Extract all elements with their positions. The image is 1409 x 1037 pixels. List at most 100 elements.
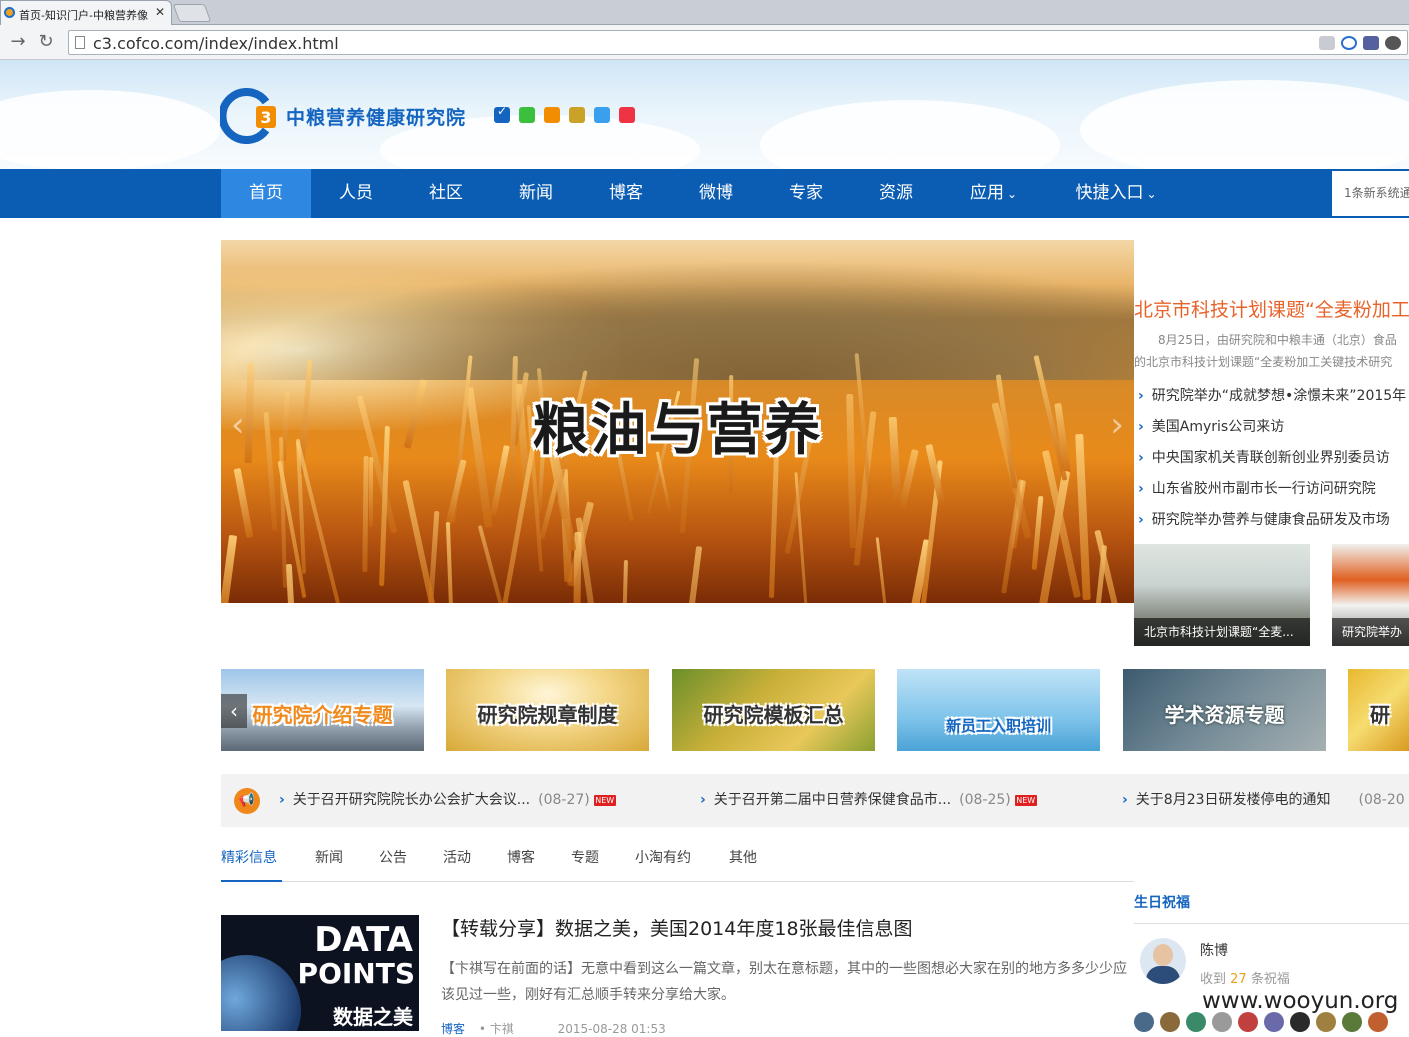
nav-item-news[interactable]: 新闻 bbox=[491, 169, 581, 218]
close-tab-icon[interactable]: ✕ bbox=[155, 5, 165, 19]
avatar[interactable] bbox=[1368, 1012, 1388, 1032]
tab-highlights[interactable]: 精彩信息 bbox=[221, 838, 282, 882]
avatar[interactable] bbox=[1290, 1012, 1310, 1032]
news-summary-line: 的北京市科技计划课题“全麦粉加工关键技术研究 bbox=[1134, 355, 1393, 369]
new-badge: NEW bbox=[593, 794, 616, 806]
reload-icon[interactable]: ↻ bbox=[36, 32, 56, 52]
news-list-item[interactable]: 山东省胶州市副市长一行访问研究院 bbox=[1138, 477, 1409, 508]
news-headline[interactable]: 北京市科技计划课题“全麦粉加工 bbox=[1134, 295, 1409, 322]
notice-title: 关于召开第二届中日营养保健食品市... bbox=[713, 792, 952, 808]
wheat-stalk bbox=[681, 546, 703, 603]
banner-resources[interactable]: 学术资源专题 bbox=[1123, 669, 1326, 751]
avatar[interactable] bbox=[1186, 1012, 1206, 1032]
chevron-down-icon: ⌄ bbox=[1146, 187, 1157, 201]
notice-date: (08-25) bbox=[959, 792, 1011, 808]
theme-swatch-green[interactable] bbox=[519, 107, 535, 123]
news-list-item[interactable]: 研究院举办“成就梦想•涂憬未来”2015年 bbox=[1138, 384, 1409, 415]
avatar[interactable] bbox=[1134, 1012, 1154, 1032]
banner-training[interactable]: 新员工入职培训 bbox=[897, 669, 1100, 751]
nav-item-apps[interactable]: 应用 ⌄ bbox=[941, 169, 1046, 218]
globe-image bbox=[221, 955, 301, 1031]
birthday-title: 生日祝福 bbox=[1134, 895, 1190, 911]
slider-prev-icon[interactable]: ‹ bbox=[231, 405, 245, 445]
slider-next-icon[interactable]: › bbox=[1110, 405, 1124, 445]
php-extension-icon[interactable] bbox=[1363, 36, 1379, 50]
theme-swatch-lightblue[interactable] bbox=[594, 107, 610, 123]
theme-swatches: ✓ bbox=[494, 104, 644, 126]
notice-date: (08-20 bbox=[1358, 792, 1405, 808]
tab-announcements[interactable]: 公告 bbox=[379, 838, 407, 882]
bulb-extension-icon[interactable] bbox=[1385, 36, 1401, 50]
hero-slider[interactable]: 粮油与营养 ‹ › bbox=[221, 240, 1134, 603]
nav-item-home[interactable]: 首页 bbox=[221, 169, 311, 218]
chevron-right-icon: › bbox=[1122, 792, 1128, 808]
article-category[interactable]: 博客 bbox=[441, 1022, 465, 1036]
site-header: 3 中粮营养健康研究院 ✓ bbox=[0, 60, 1409, 169]
wheat-stalk bbox=[402, 479, 436, 603]
birthday-count-prefix: 收到 bbox=[1200, 972, 1227, 987]
wheat-stalk bbox=[233, 468, 254, 539]
mail-extension-icon[interactable] bbox=[1319, 36, 1335, 50]
news-list-item[interactable]: 中央国家机关青联创新创业界别委员访 bbox=[1138, 446, 1409, 477]
notice-item[interactable]: › 关于8月23日研发楼停电的通知 (08-20 bbox=[1122, 774, 1405, 827]
notice-title: 关于召开研究院院长办公会扩大会议... bbox=[292, 792, 531, 808]
news-list-item[interactable]: 美国Amyris公司来访 bbox=[1138, 415, 1409, 446]
forward-arrow-icon[interactable]: → bbox=[8, 32, 28, 52]
tab-blog[interactable]: 博客 bbox=[507, 838, 535, 882]
theme-swatch-red[interactable] bbox=[619, 107, 635, 123]
browser-tabbar: 首页-知识门户-中粮营养像 ✕ bbox=[0, 0, 1409, 25]
banner-partial[interactable]: 研 bbox=[1348, 669, 1409, 751]
address-bar[interactable]: c3.cofco.com/index/index.html bbox=[68, 30, 1408, 55]
news-list-item[interactable]: 研究院举办营养与健康食品研发及市场 bbox=[1138, 508, 1409, 539]
avatar[interactable] bbox=[1212, 1012, 1232, 1032]
theme-swatch-gold[interactable] bbox=[569, 107, 585, 123]
nav-item-community[interactable]: 社区 bbox=[401, 169, 491, 218]
banner-rules[interactable]: 研究院规章制度 bbox=[446, 669, 649, 751]
watermark: www.wooyun.org bbox=[1202, 988, 1399, 1014]
nav-item-resources[interactable]: 资源 bbox=[851, 169, 941, 218]
megaphone-icon: 📢 bbox=[234, 788, 260, 814]
theme-swatch-blue[interactable]: ✓ bbox=[494, 104, 510, 123]
nav-item-blog[interactable]: 博客 bbox=[581, 169, 671, 218]
banner-intro[interactable]: 研究院介绍专题 bbox=[221, 669, 424, 751]
banner-prev-icon[interactable]: ‹ bbox=[221, 694, 247, 728]
wheat-stalk bbox=[361, 456, 368, 572]
new-tab-button[interactable] bbox=[172, 4, 212, 22]
avatar[interactable] bbox=[1342, 1012, 1362, 1032]
theme-swatch-orange[interactable] bbox=[544, 107, 560, 123]
avatar[interactable] bbox=[1316, 1012, 1336, 1032]
nav-item-people[interactable]: 人员 bbox=[311, 169, 401, 218]
avatar[interactable] bbox=[1160, 1012, 1180, 1032]
tab-xiaotao[interactable]: 小淘有约 bbox=[635, 838, 691, 882]
birthday-name[interactable]: 陈博 bbox=[1200, 940, 1228, 960]
tab-activities[interactable]: 活动 bbox=[443, 838, 471, 882]
article-author[interactable]: 卞祺 bbox=[490, 1022, 514, 1036]
nav-item-shortcuts[interactable]: 快捷入口 ⌄ bbox=[1056, 169, 1176, 218]
nav-item-experts[interactable]: 专家 bbox=[761, 169, 851, 218]
nav-item-weibo[interactable]: 微博 bbox=[671, 169, 761, 218]
article-thumbnail[interactable]: DATA POINTS 数据之美 bbox=[221, 915, 419, 1031]
notice-bar: 📢 › 关于召开研究院院长办公会扩大会议... (08-27) NEW › 关于召开第二… bbox=[221, 774, 1409, 827]
notice-date: (08-27) bbox=[538, 792, 590, 808]
site-title[interactable]: 中粮营养健康研究院 bbox=[286, 103, 466, 130]
notice-item[interactable]: › 关于召开研究院院长办公会扩大会议... (08-27) NEW bbox=[279, 774, 616, 827]
avatar[interactable] bbox=[1264, 1012, 1284, 1032]
c3-logo[interactable]: 3 bbox=[220, 88, 276, 144]
news-thumb[interactable]: 研究院举办 bbox=[1332, 544, 1409, 646]
banner-label: 学术资源专题 bbox=[1164, 703, 1285, 727]
avatar[interactable] bbox=[1140, 938, 1186, 984]
tab-news[interactable]: 新闻 bbox=[315, 838, 343, 882]
avatar[interactable] bbox=[1238, 1012, 1258, 1032]
tab-topics[interactable]: 专题 bbox=[571, 838, 599, 882]
nav-notice[interactable]: 1条新系统通 bbox=[1332, 171, 1409, 216]
tab-other[interactable]: 其他 bbox=[729, 838, 757, 882]
chevron-right-icon: › bbox=[700, 792, 706, 808]
cloud-decoration bbox=[0, 90, 220, 169]
news-thumb-caption: 北京市科技计划课题“全麦... bbox=[1134, 618, 1310, 646]
browser-tab[interactable]: 首页-知识门户-中粮营养像 ✕ bbox=[0, 0, 172, 25]
moon-extension-icon[interactable] bbox=[1341, 36, 1357, 50]
article-title[interactable]: 【转载分享】数据之美，美国2014年度18张最佳信息图 bbox=[441, 914, 913, 941]
news-thumb[interactable]: 北京市科技计划课题“全麦... bbox=[1134, 544, 1310, 646]
notice-item[interactable]: › 关于召开第二届中日营养保健食品市... (08-25) NEW bbox=[700, 774, 1037, 827]
banner-templates[interactable]: 研究院模板汇总 bbox=[672, 669, 875, 751]
